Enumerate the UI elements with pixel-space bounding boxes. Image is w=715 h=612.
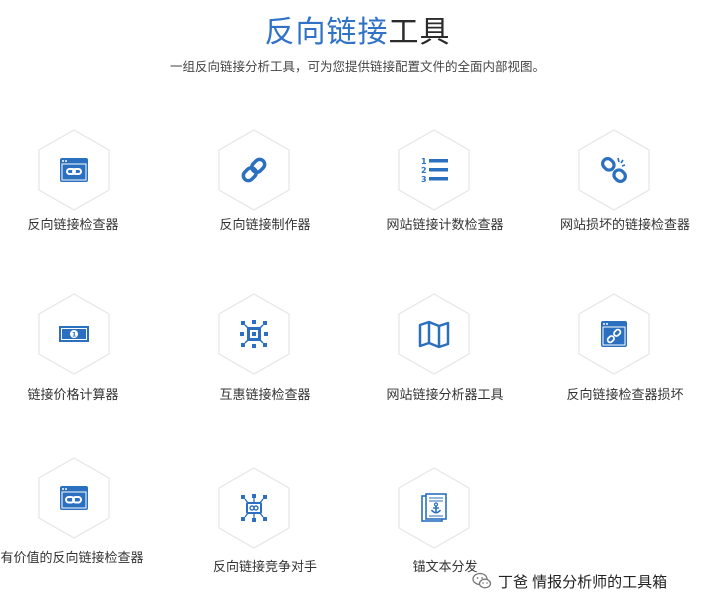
tool-label: 反向链接制作器	[219, 217, 311, 232]
tool-backlink-competitors[interactable]: 反向链接竞争对手	[180, 466, 350, 576]
browser-link-icon	[60, 158, 88, 182]
browser-chain-icon	[60, 486, 88, 510]
tool-backlink-checker[interactable]: 反向链接检查器	[0, 128, 170, 238]
tool-label: 链接价格计算器	[27, 387, 119, 402]
svg-text:1: 1	[421, 157, 427, 166]
tool-anchor-text-distribution[interactable]: 锚文本分发	[360, 466, 530, 576]
chain-link-icon	[241, 157, 267, 183]
broken-link-icon	[601, 157, 627, 183]
money-bill-icon: 1	[59, 326, 89, 342]
tool-label: 互惠链接检查器	[219, 387, 311, 402]
tool-reciprocal-link-checker[interactable]: 互惠链接检查器	[180, 292, 350, 402]
tool-broken-link-checker[interactable]: 网站损坏的链接检查器	[540, 128, 710, 238]
title-accent: 反向链接	[264, 16, 389, 49]
watermark-text: 丁爸 情报分析师的工具箱	[498, 573, 668, 591]
tool-label: 网站损坏的链接检查器	[559, 217, 690, 232]
tool-valuable-backlink-checker[interactable]: 有价值的反向链接检查器	[0, 456, 170, 586]
hexagon-badge	[36, 456, 112, 540]
tool-label: 反向链接检查器损坏	[566, 387, 684, 402]
tool-label: 网站链接分析器工具	[386, 387, 504, 402]
watermark: 丁爸 情报分析师的工具箱	[472, 570, 667, 592]
numbered-list-icon: 1 2 3	[421, 157, 448, 184]
tool-label: 网站链接计数检查器	[386, 217, 504, 232]
tool-link-price-calculator[interactable]: 1 链接价格计算器	[0, 292, 170, 402]
map-icon	[418, 320, 450, 349]
hexagon-badge	[576, 128, 652, 212]
browser-broken-link-icon	[601, 321, 627, 347]
network-grid-icon	[240, 320, 268, 348]
tool-label: 反向链接检查器	[27, 217, 119, 232]
hexagon-badge: 1 2 3	[396, 128, 472, 212]
tool-backlink-checker-broken[interactable]: 反向链接检查器损坏	[540, 292, 710, 402]
hexagon-badge: 1	[36, 292, 112, 376]
svg-text:2: 2	[421, 166, 427, 175]
hexagon-badge	[396, 292, 472, 376]
title-rest: 工具	[388, 16, 451, 49]
hexagon-badge	[576, 292, 652, 376]
tool-link-count-checker[interactable]: 1 2 3 网站链接计数检查器	[360, 128, 530, 238]
hexagon-badge	[216, 466, 292, 550]
tool-backlink-maker[interactable]: 反向链接制作器	[180, 128, 350, 238]
wechat-icon	[472, 572, 492, 589]
svg-text:3: 3	[421, 175, 427, 184]
tool-label: 反向链接竞争对手	[212, 559, 317, 574]
page-subtitle: 一组反向链接分析工具，可为您提供链接配置文件的全面内部视图。	[169, 60, 545, 74]
svg-text:1: 1	[72, 332, 76, 339]
page-title: 反向链接工具	[0, 14, 715, 52]
anchor-document-icon	[421, 493, 447, 522]
competitor-network-icon	[241, 494, 267, 522]
tool-link-analyzer[interactable]: 网站链接分析器工具	[360, 292, 530, 402]
hexagon-badge	[396, 466, 472, 550]
tool-label: 有价值的反向链接检查器	[0, 550, 144, 565]
hexagon-badge	[216, 292, 292, 376]
hexagon-badge	[36, 128, 112, 212]
hexagon-badge	[216, 128, 292, 212]
